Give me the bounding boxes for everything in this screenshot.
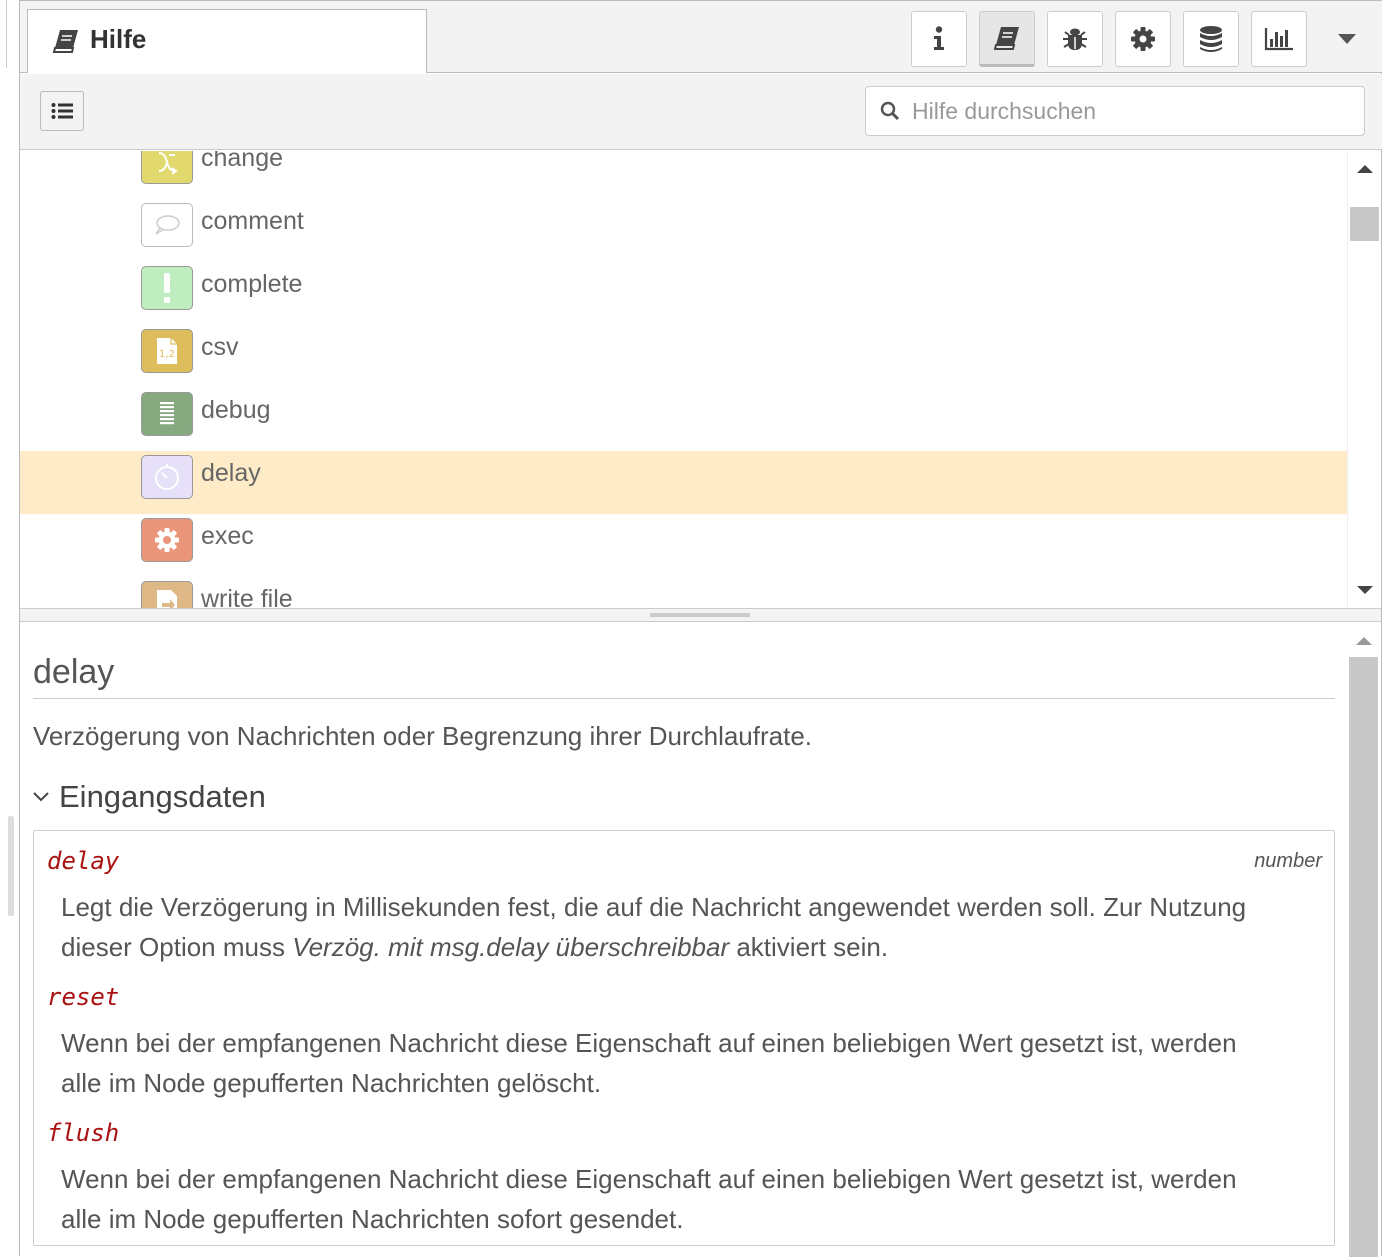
resize-handle[interactable] bbox=[8, 816, 14, 916]
debug-button[interactable] bbox=[1047, 11, 1103, 67]
scroll-down-arrow-icon[interactable] bbox=[1357, 586, 1373, 594]
help-toolbar bbox=[20, 74, 1382, 150]
node-label: comment bbox=[201, 207, 304, 235]
help-search-box bbox=[865, 86, 1365, 136]
node-label: exec bbox=[201, 522, 254, 550]
speech-bubble-icon bbox=[155, 215, 180, 235]
node-icon-complete bbox=[141, 266, 193, 310]
node-label: write file bbox=[201, 585, 293, 609]
node-list-scroll-thumb[interactable] bbox=[1350, 207, 1379, 241]
property-description: Wenn bei der empfangenen Nachricht diese… bbox=[61, 1028, 1237, 1098]
left-edge bbox=[0, 0, 20, 1256]
node-label: delay bbox=[201, 459, 261, 487]
node-icon-delay bbox=[141, 455, 193, 499]
tab-help[interactable]: Hilfe bbox=[27, 9, 427, 73]
gear-icon bbox=[1131, 27, 1155, 51]
property-description: Wenn bei der empfangenen Nachricht diese… bbox=[61, 1164, 1237, 1234]
chevron-down-icon bbox=[33, 792, 49, 802]
exclamation-icon bbox=[164, 273, 170, 303]
help-title: delay bbox=[33, 653, 1335, 699]
config-button[interactable] bbox=[1115, 11, 1171, 67]
node-label: complete bbox=[201, 270, 303, 298]
book-icon bbox=[993, 27, 1019, 50]
tab-help-label: Hilfe bbox=[90, 24, 147, 54]
section-title: Eingangsdaten bbox=[59, 779, 266, 814]
bug-icon bbox=[1063, 28, 1087, 50]
list-item-csv[interactable]: 1,2 csv bbox=[20, 325, 1347, 388]
info-icon bbox=[934, 26, 944, 50]
caret-down-icon bbox=[1338, 34, 1356, 44]
help-scroll-thumb[interactable] bbox=[1349, 657, 1378, 1257]
node-label: change bbox=[201, 151, 284, 172]
help-sidebar: Hilfe Hilfe durchsuchen change comment c… bbox=[20, 0, 1382, 1257]
help-button[interactable] bbox=[979, 11, 1035, 67]
left-edge-line bbox=[6, 0, 7, 68]
file-csv-icon: 1,2 bbox=[157, 338, 177, 364]
node-icon-comment bbox=[141, 203, 193, 247]
help-content: delay Verzögerung von Nachrichten oder B… bbox=[20, 623, 1347, 1257]
svg-text:1,2: 1,2 bbox=[159, 349, 175, 360]
cog-icon bbox=[155, 528, 179, 552]
property-list: delay number Legt die Verzögerung in Mil… bbox=[33, 830, 1335, 1246]
pane-splitter[interactable] bbox=[20, 608, 1381, 622]
node-icon-change bbox=[141, 151, 193, 184]
node-help-list: change comment complete 1,2 csv debug de… bbox=[20, 151, 1347, 609]
node-label: debug bbox=[201, 396, 271, 424]
list-item-change[interactable]: change bbox=[20, 151, 1347, 199]
context-data-button[interactable] bbox=[1183, 11, 1239, 67]
sidebar-tab-bar: Hilfe bbox=[20, 1, 1382, 73]
database-icon bbox=[1200, 26, 1222, 52]
scroll-up-arrow-icon[interactable] bbox=[1356, 637, 1372, 645]
section-header-inputs[interactable]: Eingangsdaten bbox=[33, 779, 266, 815]
splitter-grip[interactable] bbox=[650, 613, 750, 617]
node-icon-debug bbox=[141, 392, 193, 436]
node-label: csv bbox=[201, 333, 239, 361]
help-content-scrollbar[interactable] bbox=[1347, 623, 1381, 1257]
toc-toggle-button[interactable] bbox=[40, 91, 84, 131]
shuffle-icon bbox=[158, 152, 178, 175]
help-description: Verzögerung von Nachrichten oder Begrenz… bbox=[33, 721, 813, 751]
info-button[interactable] bbox=[911, 11, 967, 67]
property-name: delay bbox=[47, 847, 120, 875]
help-search-input[interactable] bbox=[910, 95, 1350, 127]
bar-chart-icon bbox=[1264, 28, 1293, 51]
list-item-exec[interactable]: exec bbox=[20, 514, 1347, 577]
list-item-write-file[interactable]: write file bbox=[20, 577, 1347, 609]
node-list-scrollbar[interactable] bbox=[1347, 151, 1381, 609]
node-icon-exec bbox=[141, 518, 193, 562]
option-name: Verzög. mit msg.delay überschreibbar bbox=[292, 932, 730, 962]
search-icon bbox=[880, 101, 900, 126]
tab-menu-button[interactable] bbox=[1326, 11, 1368, 67]
timer-icon bbox=[155, 464, 179, 490]
book-icon bbox=[52, 28, 80, 54]
file-out-icon bbox=[157, 590, 177, 609]
list-item-complete[interactable]: complete bbox=[20, 262, 1347, 325]
list-item-debug[interactable]: debug bbox=[20, 388, 1347, 451]
dashboard-button[interactable] bbox=[1251, 11, 1307, 67]
list-item-comment[interactable]: comment bbox=[20, 199, 1347, 262]
property-name: flush bbox=[47, 1119, 120, 1147]
property-name: reset bbox=[47, 983, 120, 1011]
list-icon bbox=[51, 103, 73, 119]
property-type: number bbox=[1254, 850, 1322, 872]
node-icon-write-file bbox=[141, 581, 193, 609]
property-description: Legt die Verzögerung in Millisekunden fe… bbox=[61, 892, 1247, 962]
list-item-delay[interactable]: delay bbox=[20, 451, 1347, 514]
scroll-up-arrow-icon[interactable] bbox=[1357, 165, 1373, 173]
node-icon-csv: 1,2 bbox=[141, 329, 193, 373]
list-icon bbox=[160, 402, 174, 425]
